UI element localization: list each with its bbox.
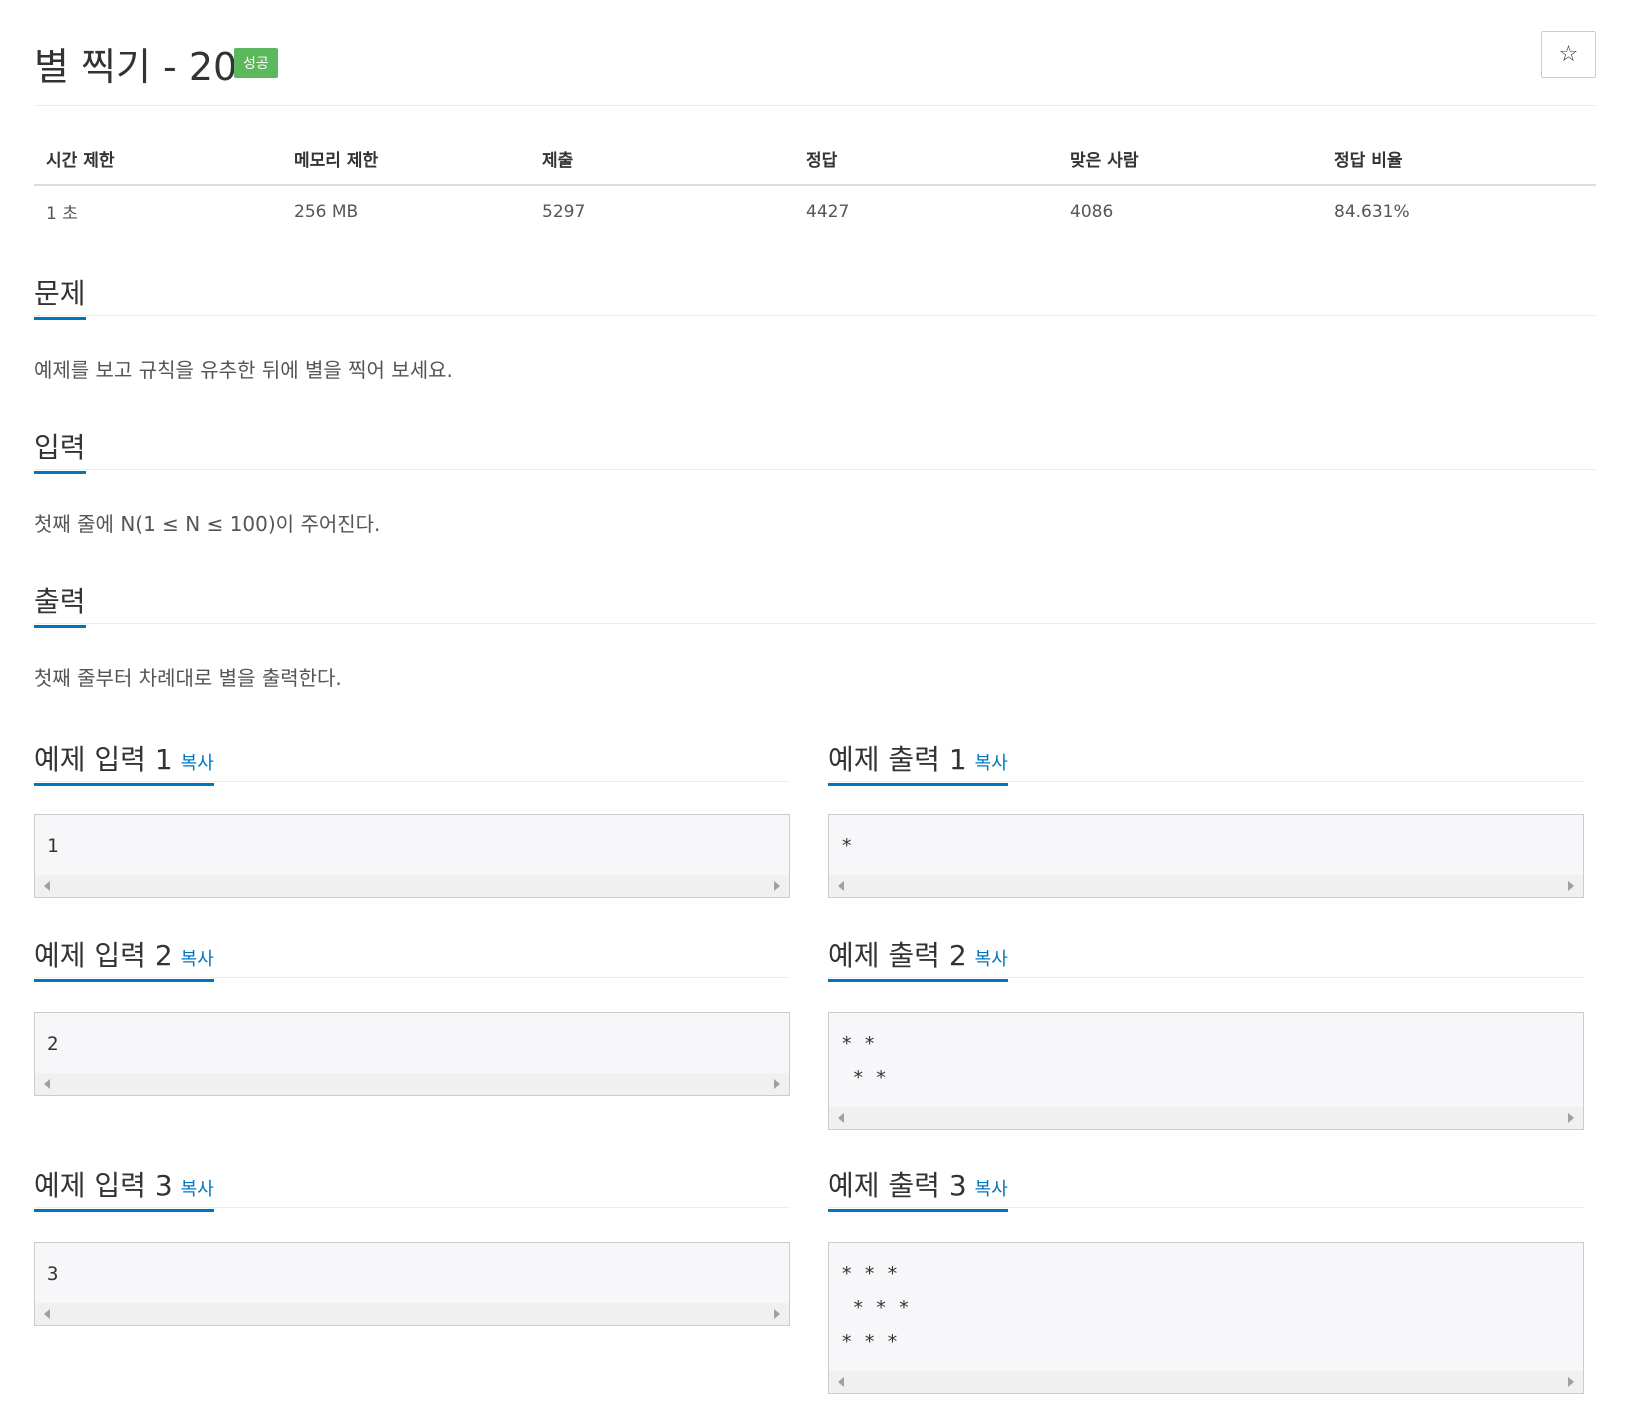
problem-description: 예제를 보고 규칙을 유추한 뒤에 별을 찍어 보세요. — [34, 358, 453, 382]
problem-section-title: 문제 — [34, 272, 86, 320]
section-header: 입력 — [34, 422, 1596, 474]
scroll-left-icon[interactable] — [44, 881, 50, 891]
scroll-right-icon[interactable] — [1568, 1377, 1574, 1387]
sample-input-box: 3 — [34, 1242, 790, 1326]
output-section-title: 출력 — [34, 580, 86, 628]
star-icon: ☆ — [1558, 42, 1579, 67]
horizontal-scrollbar[interactable] — [35, 1303, 789, 1325]
solvers-value: 4086 — [1070, 201, 1114, 222]
horizontal-scrollbar[interactable] — [35, 875, 789, 897]
input-section-title: 입력 — [34, 426, 86, 474]
scroll-left-icon[interactable] — [44, 1309, 50, 1319]
info-header-row: 시간 제한 메모리 제한 제출 정답 맞은 사람 정답 비율 — [34, 134, 1596, 186]
section-header: 예제 입력 2 복사 — [34, 930, 790, 982]
copy-button[interactable]: 복사 — [975, 949, 1008, 970]
section-header: 예제 입력 1 복사 — [34, 734, 790, 786]
time-limit-value: 1 초 — [46, 204, 78, 224]
sample-output-box: * * * * * * * * * — [828, 1242, 1584, 1394]
status-badge: 성공 — [234, 48, 278, 78]
scroll-right-icon[interactable] — [774, 1079, 780, 1089]
sample-output-text: * — [841, 835, 853, 857]
horizontal-scrollbar[interactable] — [829, 1371, 1583, 1393]
sample-input-box: 1 — [34, 814, 790, 898]
sample-input-2: 예제 입력 2 복사 2 — [34, 930, 790, 1096]
sample-output-title: 예제 출력 2 복사 — [828, 934, 1008, 982]
submissions-value: 5297 — [542, 201, 586, 222]
copy-button[interactable]: 복사 — [181, 753, 214, 774]
accepted-header: 정답 — [794, 134, 1058, 186]
output-section: 출력 첫째 줄부터 차례대로 별을 출력한다. — [34, 576, 1596, 691]
solvers-header: 맞은 사람 — [1058, 134, 1322, 186]
scroll-right-icon[interactable] — [1568, 1113, 1574, 1123]
input-section: 입력 첫째 줄에 N(1 ≤ N ≤ 100)이 주어진다. — [34, 422, 1596, 537]
scroll-right-icon[interactable] — [1568, 881, 1574, 891]
scroll-left-icon[interactable] — [838, 881, 844, 891]
scroll-right-icon[interactable] — [774, 881, 780, 891]
section-header: 문제 — [34, 268, 1596, 320]
sample-output-2: 예제 출력 2 복사 * * * * — [828, 930, 1584, 1130]
submissions-header: 제출 — [530, 134, 794, 186]
scroll-left-icon[interactable] — [838, 1377, 844, 1387]
memory-limit-value: 256 MB — [294, 201, 359, 222]
copy-button[interactable]: 복사 — [975, 753, 1008, 774]
section-header: 예제 입력 3 복사 — [34, 1160, 790, 1212]
scroll-left-icon[interactable] — [44, 1079, 50, 1089]
sample-output-title: 예제 출력 3 복사 — [828, 1164, 1008, 1212]
copy-button[interactable]: 복사 — [181, 949, 214, 970]
ratio-value: 84.631% — [1334, 201, 1410, 222]
sample-input-text: 3 — [47, 1263, 59, 1285]
star-button[interactable]: ☆ — [1541, 31, 1596, 78]
sample-input-text: 2 — [47, 1033, 59, 1055]
sample-output-1: 예제 출력 1 복사 * — [828, 734, 1584, 898]
ratio-header: 정답 비율 — [1322, 134, 1596, 186]
input-description: 첫째 줄에 N(1 ≤ N ≤ 100)이 주어진다. — [34, 512, 381, 536]
scroll-right-icon[interactable] — [774, 1309, 780, 1319]
sample-input-title: 예제 입력 2 복사 — [34, 934, 214, 982]
memory-limit-header: 메모리 제한 — [282, 134, 530, 186]
problem-header: 별 찍기 - 20 성공 ☆ — [34, 28, 1596, 106]
problem-info-table: 시간 제한 메모리 제한 제출 정답 맞은 사람 정답 비율 1 초 256 M… — [34, 134, 1596, 237]
scroll-left-icon[interactable] — [838, 1113, 844, 1123]
section-header: 출력 — [34, 576, 1596, 628]
problem-description-section: 문제 예제를 보고 규칙을 유추한 뒤에 별을 찍어 보세요. — [34, 268, 1596, 383]
sample-output-box: * * * * — [828, 1012, 1584, 1130]
sample-output-box: * — [828, 814, 1584, 898]
accepted-value: 4427 — [806, 201, 850, 222]
info-value-row: 1 초 256 MB 5297 4427 4086 84.631% — [34, 185, 1596, 237]
copy-button[interactable]: 복사 — [975, 1179, 1008, 1200]
time-limit-header: 시간 제한 — [34, 134, 282, 186]
sample-input-box: 2 — [34, 1012, 790, 1096]
output-description: 첫째 줄부터 차례대로 별을 출력한다. — [34, 666, 342, 690]
horizontal-scrollbar[interactable] — [829, 875, 1583, 897]
sample-input-title: 예제 입력 3 복사 — [34, 1164, 214, 1212]
sample-input-3: 예제 입력 3 복사 3 — [34, 1160, 790, 1326]
section-header: 예제 출력 1 복사 — [828, 734, 1584, 786]
horizontal-scrollbar[interactable] — [35, 1073, 789, 1095]
problem-title: 별 찍기 - 20 — [34, 45, 238, 89]
sample-output-text: * * * * — [841, 1033, 887, 1089]
sample-input-text: 1 — [47, 835, 59, 857]
sample-output-text: * * * * * * * * * — [841, 1263, 910, 1353]
copy-button[interactable]: 복사 — [181, 1179, 214, 1200]
sample-output-title: 예제 출력 1 복사 — [828, 738, 1008, 786]
sample-output-3: 예제 출력 3 복사 * * * * * * * * * — [828, 1160, 1584, 1394]
sample-input-title: 예제 입력 1 복사 — [34, 738, 214, 786]
sample-input-1: 예제 입력 1 복사 1 — [34, 734, 790, 898]
section-header: 예제 출력 2 복사 — [828, 930, 1584, 982]
horizontal-scrollbar[interactable] — [829, 1107, 1583, 1129]
section-header: 예제 출력 3 복사 — [828, 1160, 1584, 1212]
